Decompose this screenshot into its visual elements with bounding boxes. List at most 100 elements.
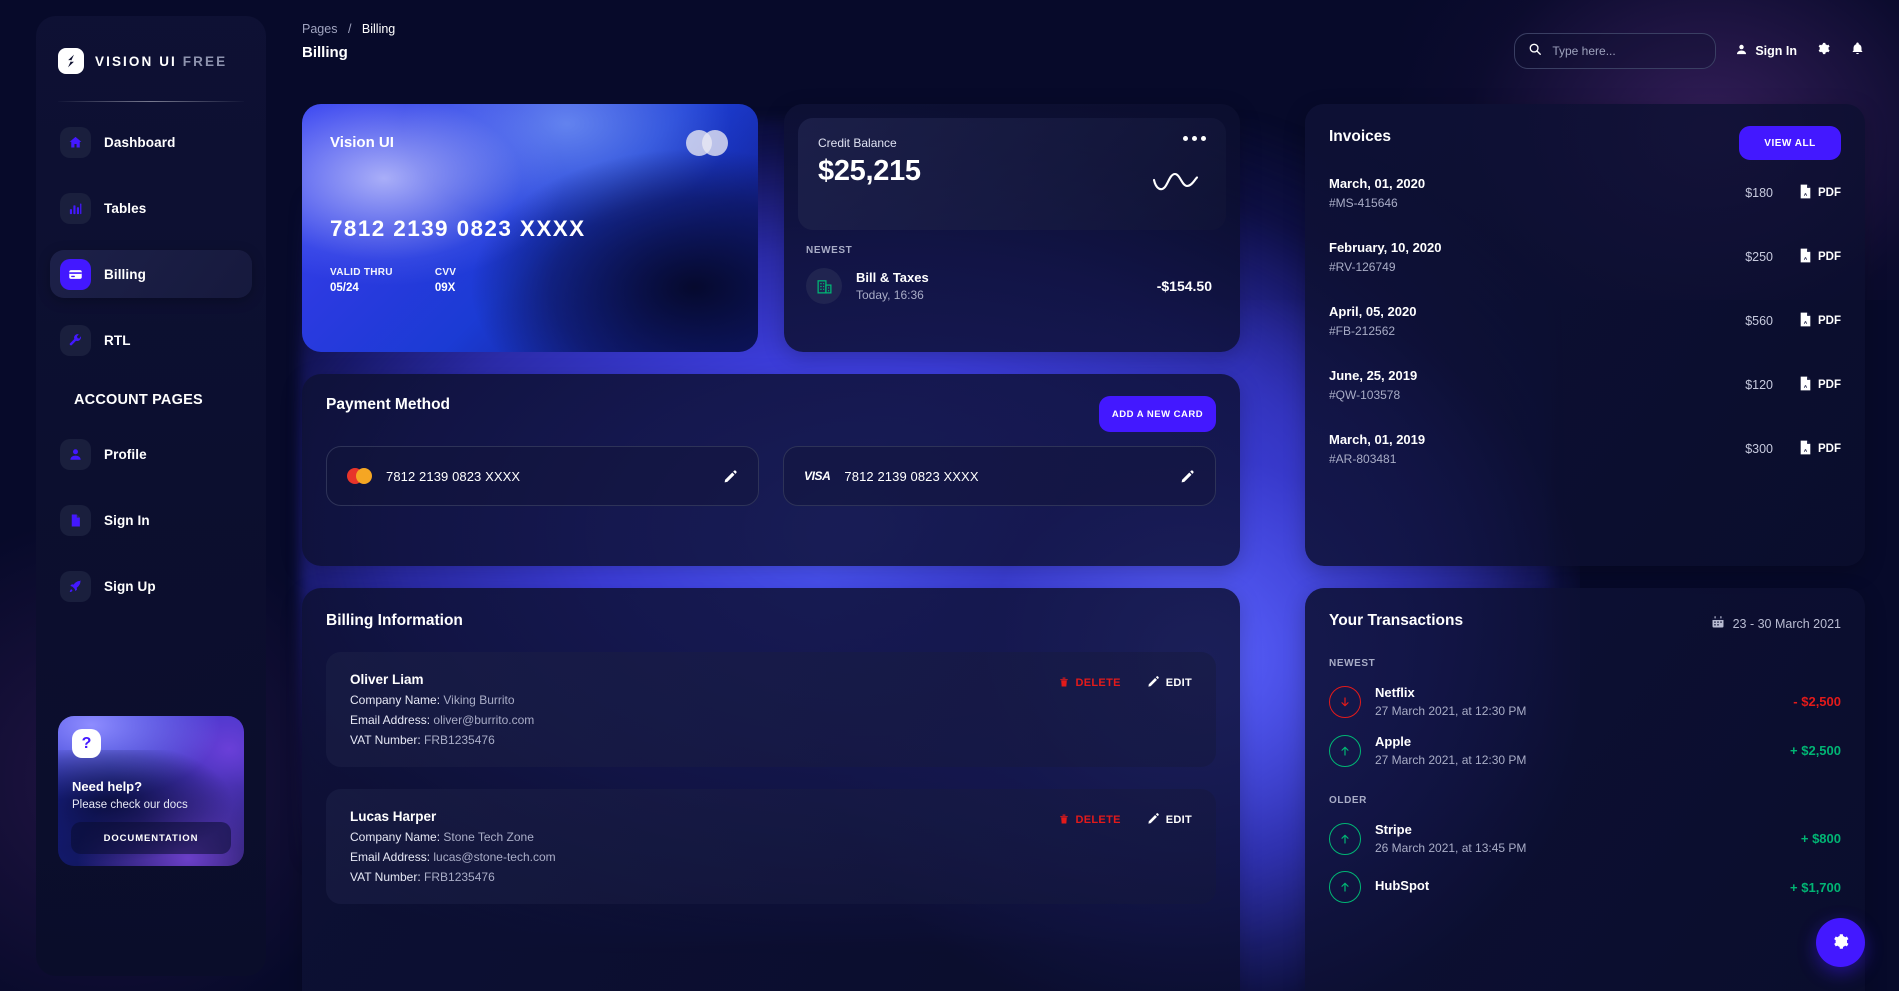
email-value: oliver@burrito.com: [433, 713, 535, 727]
svg-text:A: A: [1804, 192, 1808, 198]
search-input[interactable]: [1552, 44, 1693, 58]
invoice-id: #AR-803481: [1329, 452, 1397, 466]
sidebar-item-dashboard[interactable]: Dashboard: [50, 118, 252, 166]
sidebar-item-tables[interactable]: Tables: [50, 184, 252, 232]
view-all-button[interactable]: VIEW ALL: [1739, 126, 1841, 160]
cvv-value: 09X: [434, 282, 456, 294]
invoice-pdf-button[interactable]: A PDF: [1799, 312, 1841, 330]
wrench-icon: [60, 324, 91, 356]
delete-label: DELETE: [1075, 677, 1121, 689]
transaction-row: Netflix 27 March 2021, at 12:30 PM - $2,…: [1329, 685, 1841, 718]
invoice-id: #MS-415646: [1329, 196, 1398, 210]
invoice-pdf-button[interactable]: A PDF: [1799, 376, 1841, 394]
pdf-label: PDF: [1818, 379, 1841, 391]
sidebar-item-signin[interactable]: Sign In: [50, 496, 252, 544]
transaction-row: HubSpot + $1,700: [1329, 871, 1841, 903]
transactions-card: Your Transactions 23 - 30 March 2021 NEW…: [1305, 588, 1865, 991]
credit-card-visual: Vision UI 7812 2139 0823 XXXX VALID THRU…: [302, 104, 758, 352]
edit-button[interactable]: EDIT: [1147, 675, 1192, 691]
invoice-date: February, 10, 2020: [1329, 240, 1442, 255]
signin-button[interactable]: Sign In: [1735, 43, 1797, 59]
email-value: lucas@stone-tech.com: [433, 850, 556, 864]
bell-icon: [1850, 41, 1865, 61]
brand-name-dim: FREE: [182, 53, 228, 69]
person-icon: [1735, 43, 1748, 59]
pdf-label: PDF: [1818, 187, 1841, 199]
settings-fab-button[interactable]: [1816, 918, 1865, 967]
notifications-button[interactable]: [1850, 41, 1865, 61]
delete-button[interactable]: DELETE: [1058, 813, 1121, 828]
sidebar-item-signup[interactable]: Sign Up: [50, 562, 252, 610]
pencil-icon[interactable]: [723, 469, 738, 484]
pdf-file-icon: A: [1799, 312, 1812, 330]
invoice-id: #RV-126749: [1329, 260, 1396, 274]
sidebar-item-label: Tables: [104, 200, 147, 216]
trash-icon: [1058, 676, 1070, 691]
invoice-id: #FB-212562: [1329, 324, 1396, 338]
sidebar-item-label: Sign In: [104, 512, 150, 528]
invoice-row: June, 25, 2019 #QW-103578 $120 A PDF: [1329, 368, 1841, 402]
svg-text:A: A: [1804, 448, 1808, 454]
delete-button[interactable]: DELETE: [1058, 676, 1121, 691]
sidebar-item-rtl[interactable]: RTL: [50, 316, 252, 364]
pdf-file-icon: A: [1799, 184, 1812, 202]
add-new-card-button[interactable]: ADD A NEW CARD: [1099, 396, 1216, 432]
payment-card-mastercard[interactable]: 7812 2139 0823 XXXX: [326, 446, 759, 506]
credit-balance-amount: $25,215: [818, 155, 921, 187]
invoice-pdf-button[interactable]: A PDF: [1799, 248, 1841, 266]
sidebar-item-billing[interactable]: Billing: [50, 250, 252, 298]
transaction-row: Apple 27 March 2021, at 12:30 PM + $2,50…: [1329, 734, 1841, 767]
cvv-label: CVV: [434, 267, 457, 278]
sidebar-divider: [58, 101, 244, 102]
invoice-date: March, 01, 2019: [1329, 432, 1426, 447]
sidebar-item-label: Profile: [104, 446, 147, 462]
brand[interactable]: VISION UI FREE: [36, 44, 266, 78]
mastercard-icon: [686, 130, 728, 156]
pencil-icon[interactable]: [1180, 469, 1195, 484]
documentation-button[interactable]: DOCUMENTATION: [71, 822, 231, 854]
company-label: Company Name:: [350, 830, 441, 844]
transaction-time: Today, 16:36: [856, 288, 924, 302]
valid-thru-label: VALID THRU: [330, 267, 393, 278]
sidebar-item-label: Billing: [104, 266, 146, 282]
sidebar-item-label: Sign Up: [104, 578, 156, 594]
email-label: Email Address:: [350, 850, 431, 864]
topbar: Pages / Billing Billing Sign In: [302, 22, 1865, 84]
billing-information-title: Billing Information: [326, 612, 463, 629]
credit-card-icon: [60, 258, 91, 290]
sidebar-item-label: RTL: [104, 332, 131, 348]
pdf-file-icon: A: [1799, 376, 1812, 394]
vat-label: VAT Number:: [350, 733, 421, 747]
search-box[interactable]: [1514, 33, 1717, 69]
sidebar-nav: Dashboard Tables Billing RTL ACCOUNT PAG…: [36, 118, 266, 610]
help-card-subtitle: Please check our docs: [72, 799, 188, 811]
settings-button[interactable]: [1816, 41, 1831, 61]
invoice-pdf-button[interactable]: A PDF: [1799, 440, 1841, 458]
help-card-title: Need help?: [72, 779, 143, 794]
company-value: Stone Tech Zone: [443, 830, 534, 844]
svg-text:A: A: [1804, 256, 1808, 262]
breadcrumb-parent[interactable]: Pages: [302, 22, 337, 36]
payment-card-visa[interactable]: VISA 7812 2139 0823 XXXX: [783, 446, 1216, 506]
transaction-text: Netflix 27 March 2021, at 12:30 PM: [1375, 685, 1526, 718]
vat-label: VAT Number:: [350, 870, 421, 884]
invoice-pdf-button[interactable]: A PDF: [1799, 184, 1841, 202]
transaction-time: 27 March 2021, at 12:30 PM: [1375, 704, 1527, 718]
credit-balance-transaction-row: Bill & Taxes Today, 16:36 -$154.50: [806, 268, 1226, 304]
transaction-name: Bill & Taxes: [856, 270, 929, 285]
brand-name: VISION UI FREE: [95, 54, 227, 69]
edit-button[interactable]: EDIT: [1147, 812, 1192, 828]
transactions-date-range[interactable]: 23 - 30 March 2021: [1711, 615, 1841, 632]
vat-value: FRB1235476: [424, 870, 495, 884]
valid-thru-value: 05/24: [330, 282, 359, 294]
pencil-icon: [1147, 675, 1160, 691]
billing-entry-vat: VAT Number: FRB1235476: [350, 733, 1192, 747]
ellipsis-icon[interactable]: [1183, 136, 1206, 141]
billing-entry: Lucas Harper Company Name: Stone Tech Zo…: [326, 789, 1216, 904]
gear-icon: [1816, 41, 1831, 61]
person-icon: [60, 438, 91, 470]
billing-entry-company: Company Name: Viking Burrito: [350, 693, 1192, 707]
sidebar-item-profile[interactable]: Profile: [50, 430, 252, 478]
transaction-text: Stripe 26 March 2021, at 13:45 PM: [1375, 822, 1526, 855]
invoice-date: June, 25, 2019: [1329, 368, 1418, 383]
